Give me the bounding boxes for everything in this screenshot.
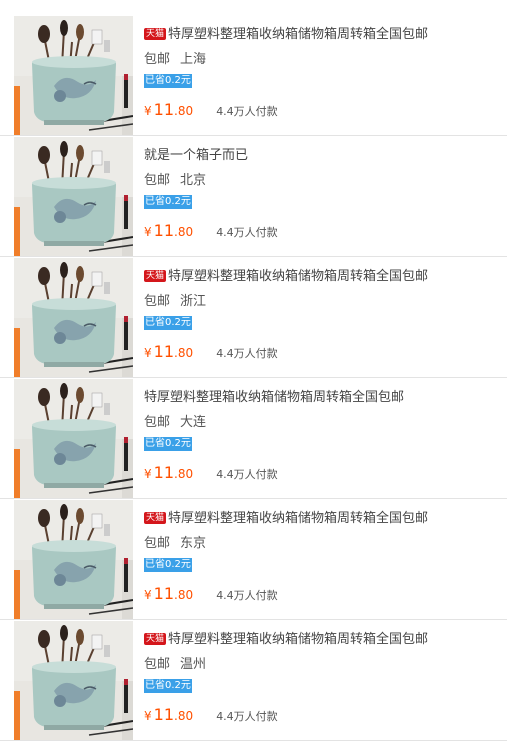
shipping-info: 包邮 上海: [144, 52, 503, 68]
product-list: 天猫 特厚塑料整理箱收纳箱储物箱周转箱全国包邮 包邮 上海 已省0.2元 ¥11.8…: [0, 0, 507, 755]
shipping-label: 包邮: [144, 415, 171, 430]
product-info: 天猫 特厚塑料整理箱收纳箱储物箱周转箱全国包邮 包邮 上海 已省0.2元 ¥11.8…: [144, 26, 503, 120]
product-item[interactable]: 天猫 特厚塑料整理箱收纳箱储物箱周转箱全国包邮 包邮 浙江 已省0.2元 ¥11.8…: [0, 258, 507, 378]
saved-badge: 已省0.2元: [144, 316, 192, 330]
tmall-tag: 天猫: [144, 512, 167, 524]
saved-badge: 已省0.2元: [144, 679, 192, 693]
paid-count: 4.4万人付款: [216, 226, 278, 239]
price-row: ¥11.80 4.4万人付款: [144, 221, 503, 241]
city-label: 大连: [180, 415, 207, 430]
shipping-info: 包邮 北京: [144, 173, 503, 189]
product-image[interactable]: [14, 137, 133, 256]
saved-badge: 已省0.2元: [144, 195, 192, 209]
product-info: 天猫 特厚塑料整理箱收纳箱储物箱周转箱全国包邮 包邮 东京 已省0.2元 ¥11.8…: [144, 510, 503, 604]
product-info: 天猫 特厚塑料整理箱收纳箱储物箱周转箱全国包邮 包邮 温州 已省0.2元 ¥11.8…: [144, 631, 503, 725]
product-title[interactable]: 天猫 特厚塑料整理箱收纳箱储物箱周转箱全国包邮: [144, 510, 503, 528]
saved-badge: 已省0.2元: [144, 558, 192, 572]
product-image[interactable]: [14, 500, 133, 619]
saved-badge: 已省0.2元: [144, 437, 192, 451]
price: ¥11.80: [144, 342, 194, 361]
product-title[interactable]: 天猫 特厚塑料整理箱收纳箱储物箱周转箱全国包邮: [144, 268, 503, 286]
price: ¥11.80: [144, 100, 194, 119]
list-bottom-spacer: [0, 743, 507, 755]
product-title[interactable]: 特厚塑料整理箱收纳箱储物箱周转箱全国包邮: [144, 389, 503, 407]
price: ¥11.80: [144, 463, 194, 482]
price: ¥11.80: [144, 584, 194, 603]
price-row: ¥11.80 4.4万人付款: [144, 342, 503, 362]
city-label: 北京: [180, 173, 207, 188]
paid-count: 4.4万人付款: [216, 105, 278, 118]
product-image[interactable]: [14, 16, 133, 135]
product-image[interactable]: [14, 258, 133, 377]
tmall-tag: 天猫: [144, 28, 167, 40]
product-item[interactable]: 特厚塑料整理箱收纳箱储物箱周转箱全国包邮 包邮 大连 已省0.2元 ¥11.80 …: [0, 379, 507, 499]
price-row: ¥11.80 4.4万人付款: [144, 463, 503, 483]
product-image[interactable]: [14, 621, 133, 740]
paid-count: 4.4万人付款: [216, 468, 278, 481]
city-label: 温州: [180, 657, 207, 672]
city-label: 浙江: [180, 294, 207, 309]
price-row: ¥11.80 4.4万人付款: [144, 100, 503, 120]
tmall-tag: 天猫: [144, 633, 167, 645]
product-title[interactable]: 天猫 特厚塑料整理箱收纳箱储物箱周转箱全国包邮: [144, 26, 503, 44]
shipping-label: 包邮: [144, 657, 171, 672]
shipping-info: 包邮 温州: [144, 657, 503, 673]
paid-count: 4.4万人付款: [216, 710, 278, 723]
shipping-label: 包邮: [144, 294, 171, 309]
city-label: 上海: [180, 52, 207, 67]
shipping-info: 包邮 浙江: [144, 294, 503, 310]
product-item[interactable]: 天猫 特厚塑料整理箱收纳箱储物箱周转箱全国包邮 包邮 上海 已省0.2元 ¥11.8…: [0, 16, 507, 136]
city-label: 东京: [180, 536, 207, 551]
product-item[interactable]: 就是一个箱子而已 包邮 北京 已省0.2元 ¥11.80 4.4万人付款: [0, 137, 507, 257]
price: ¥11.80: [144, 705, 194, 724]
shipping-info: 包邮 大连: [144, 415, 503, 431]
product-item[interactable]: 天猫 特厚塑料整理箱收纳箱储物箱周转箱全国包邮 包邮 东京 已省0.2元 ¥11.8…: [0, 500, 507, 620]
price-row: ¥11.80 4.4万人付款: [144, 584, 503, 604]
shipping-label: 包邮: [144, 536, 171, 551]
product-info: 天猫 特厚塑料整理箱收纳箱储物箱周转箱全国包邮 包邮 浙江 已省0.2元 ¥11.8…: [144, 268, 503, 362]
product-image[interactable]: [14, 379, 133, 498]
product-item[interactable]: 天猫 特厚塑料整理箱收纳箱储物箱周转箱全国包邮 包邮 温州 已省0.2元 ¥11.8…: [0, 621, 507, 741]
shipping-label: 包邮: [144, 173, 171, 188]
price: ¥11.80: [144, 221, 194, 240]
paid-count: 4.4万人付款: [216, 589, 278, 602]
paid-count: 4.4万人付款: [216, 347, 278, 360]
shipping-info: 包邮 东京: [144, 536, 503, 552]
product-title[interactable]: 就是一个箱子而已: [144, 147, 503, 165]
product-info: 就是一个箱子而已 包邮 北京 已省0.2元 ¥11.80 4.4万人付款: [144, 147, 503, 241]
price-row: ¥11.80 4.4万人付款: [144, 705, 503, 725]
saved-badge: 已省0.2元: [144, 74, 192, 88]
product-title[interactable]: 天猫 特厚塑料整理箱收纳箱储物箱周转箱全国包邮: [144, 631, 503, 649]
shipping-label: 包邮: [144, 52, 171, 67]
product-info: 特厚塑料整理箱收纳箱储物箱周转箱全国包邮 包邮 大连 已省0.2元 ¥11.80 …: [144, 389, 503, 483]
tmall-tag: 天猫: [144, 270, 167, 282]
